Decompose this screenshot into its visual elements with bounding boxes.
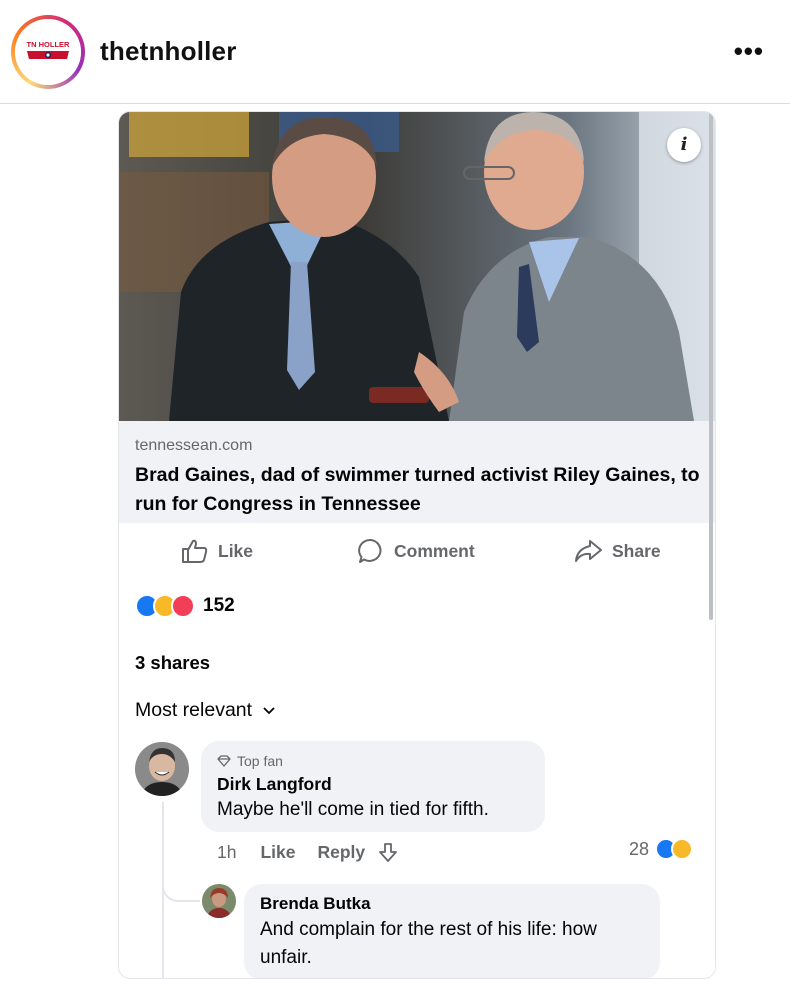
comment-label: Comment [394,540,475,561]
haha-reaction-icon [671,838,694,860]
thumbs-up-icon [182,539,208,563]
info-icon[interactable]: i [667,128,701,162]
comment-text: Maybe he'll come in tied for fifth. [217,799,489,820]
reply-author[interactable]: Brenda Butka [260,894,644,914]
like-button[interactable]: Like [181,534,253,568]
downvote-icon[interactable] [377,841,399,863]
thread-connector [162,872,200,902]
link-preview[interactable]: tennessean.com Brad Gaines, dad of swimm… [119,421,715,523]
facebook-post-card: i tennessean.com Brad Gaines, dad of swi… [118,111,716,979]
comment-bubble: Top fan Dirk Langford Maybe he'll come i… [201,741,545,832]
share-button[interactable]: Share [573,534,661,568]
share-label: Share [612,540,661,561]
comment-reactions[interactable]: 28 [629,838,694,860]
comment-author[interactable]: Dirk Langford [217,774,529,795]
replier-avatar[interactable] [202,884,236,918]
comment-sort-dropdown[interactable]: Most relevant [135,699,276,722]
speech-bubble-icon [358,538,382,563]
reply-text: And complain for the rest of his life: h… [260,919,597,968]
tn-holler-logo: TN HOLLER [15,19,81,85]
chevron-down-icon [263,706,275,714]
profile-username[interactable]: thetnholler [100,36,237,67]
comment-button[interactable]: Comment [357,534,475,568]
like-label: Like [218,540,254,561]
love-reaction-icon [171,594,195,618]
comment-reply-button[interactable]: Reply [318,842,366,863]
logo-text: TN HOLLER [27,40,70,49]
comment-reaction-count: 28 [629,838,650,859]
article-photo[interactable]: i [119,112,715,421]
top-fan-label: Top fan [237,753,283,769]
comment-meta: 1h Like Reply [217,840,399,864]
share-arrow-icon [575,540,602,562]
post-actions: Like Comment Share [119,534,715,568]
share-count[interactable]: 3 shares [135,652,210,674]
diamond-icon [217,755,231,767]
link-title: Brad Gaines, dad of swimmer turned activ… [135,464,700,515]
reaction-summary[interactable]: 152 [135,592,235,620]
more-dots-icon[interactable]: ••• [734,36,764,67]
reaction-count: 152 [203,595,235,616]
instagram-header: TN HOLLER thetnholler ••• [0,0,790,104]
commenter-avatar[interactable] [135,742,189,796]
comment-time[interactable]: 1h [217,842,236,863]
sort-label: Most relevant [135,699,253,721]
reply-bubble: Brenda Butka And complain for the rest o… [244,884,660,978]
top-fan-badge: Top fan [217,753,529,769]
profile-avatar[interactable]: TN HOLLER [11,15,85,89]
comment-like-button[interactable]: Like [260,842,295,863]
link-domain: tennessean.com [135,437,253,454]
